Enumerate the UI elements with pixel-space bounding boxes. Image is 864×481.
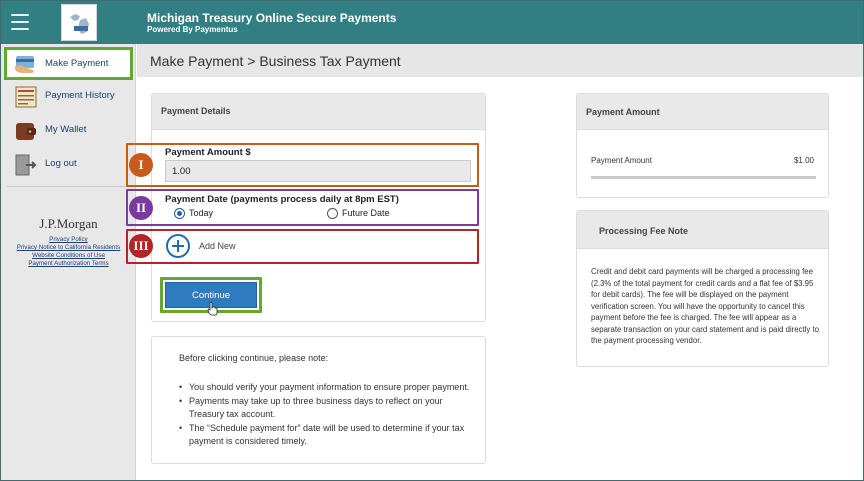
payment-history-icon: [15, 86, 37, 108]
sidebar-item-label: Make Payment: [45, 58, 109, 69]
step-badge-1: I: [129, 153, 153, 177]
sidebar-item-label: Log out: [45, 158, 77, 169]
sidebar-item-label: Payment History: [45, 90, 115, 101]
hand-cursor-icon: [207, 302, 218, 316]
sidebar-item-make-payment[interactable]: Make Payment: [4, 47, 133, 80]
sidebar-item-payment-history[interactable]: Payment History: [7, 82, 132, 112]
app-window: Michigan Treasury Online Secure Payments…: [0, 0, 864, 481]
hamburger-menu-icon[interactable]: [11, 14, 29, 30]
step-badge-3: III: [129, 234, 153, 258]
payment-date-label: Payment Date (payments process daily at …: [165, 194, 399, 205]
list-item: You should verify your payment informati…: [179, 381, 479, 395]
privacy-policy-link[interactable]: Privacy Policy: [1, 236, 136, 243]
app-subtitle: Powered By Paymentus: [147, 25, 238, 34]
payment-amount-summary-value: $1.00: [793, 156, 814, 165]
panel-heading: Processing Fee Note: [577, 211, 828, 249]
sidebar-item-my-wallet[interactable]: My Wallet: [7, 116, 132, 146]
page-title: Make Payment > Business Tax Payment: [150, 53, 401, 69]
notes-panel: Before clicking continue, please note: Y…: [151, 336, 486, 464]
panel-heading: Payment Amount: [577, 94, 828, 130]
sidebar-item-label: My Wallet: [45, 124, 87, 135]
processing-fee-panel: Processing Fee Note Credit and debit car…: [576, 210, 829, 367]
logout-icon: [15, 154, 37, 176]
california-privacy-notice-link[interactable]: Privacy Notice to California Residents: [1, 244, 136, 251]
add-new-label[interactable]: Add New: [199, 241, 236, 251]
step-badge-2: II: [129, 196, 153, 220]
add-new-plus-icon[interactable]: [166, 234, 190, 258]
wallet-icon: [16, 123, 36, 140]
sidebar-item-log-out[interactable]: Log out: [7, 150, 132, 180]
header-bar: Michigan Treasury Online Secure Payments…: [1, 1, 863, 44]
app-title: Michigan Treasury Online Secure Payments: [147, 11, 397, 25]
payment-amount-summary-label: Payment Amount: [591, 156, 652, 165]
processing-fee-text: Credit and debit card payments will be c…: [591, 267, 819, 345]
radio-today-label[interactable]: Today: [189, 208, 213, 218]
payment-amount-label: Payment Amount $: [165, 147, 251, 158]
radio-today[interactable]: [174, 208, 185, 219]
payment-authorization-terms-link[interactable]: Payment Authorization Terms: [1, 260, 136, 267]
summary-divider: [591, 176, 816, 179]
page-title-bar: Make Payment > Business Tax Payment: [137, 44, 863, 77]
list-item: Payments may take up to three business d…: [179, 395, 479, 422]
sidebar: Make Payment Payment History My Wallet L…: [1, 44, 136, 480]
sidebar-divider: [7, 186, 129, 187]
payment-amount-panel: Payment Amount Payment Amount $1.00: [576, 93, 829, 198]
michigan-treasury-logo: [61, 4, 97, 41]
notes-list: You should verify your payment informati…: [179, 381, 479, 449]
radio-future-date-label[interactable]: Future Date: [342, 208, 390, 218]
panel-heading: Payment Details: [152, 94, 485, 130]
notes-intro: Before clicking continue, please note:: [179, 353, 329, 363]
radio-future-date[interactable]: [327, 208, 338, 219]
payment-amount-input[interactable]: [165, 160, 471, 182]
jpmorgan-logo: J.P.Morgan: [39, 216, 98, 231]
website-conditions-link[interactable]: Website Conditions of Use: [1, 252, 136, 259]
list-item: The “Schedule payment for” date will be …: [179, 422, 479, 449]
hand-card-icon: [15, 56, 34, 73]
